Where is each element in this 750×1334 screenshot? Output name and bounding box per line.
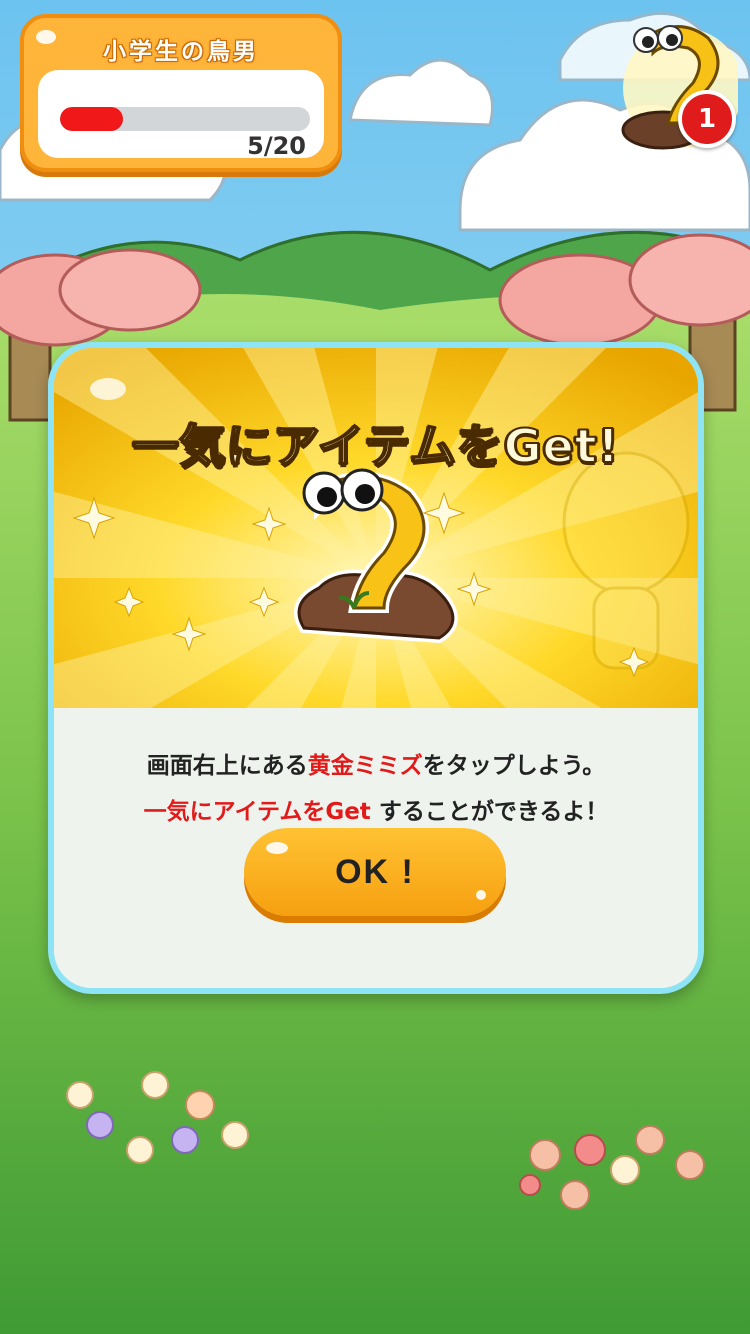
level-progress-panel: 5/20 — [38, 70, 324, 160]
progress-bar-fill — [60, 107, 123, 131]
golden-worm-text: 黄金ミミズ — [307, 753, 423, 779]
golden-worm-count-badge: 1 — [678, 90, 736, 148]
item-get-text: 一気にアイテムをGet — [143, 799, 371, 825]
progress-bar — [60, 107, 310, 131]
message-line-2: 一気にアイテムをGet することができるよ！ — [143, 799, 609, 825]
item-get-dialog: 一気にアイテムをGet! 画面右上にある黄金ミミズをタップしよう。 一気にアイテ… — [48, 342, 704, 994]
dialog-header-panel: 一気にアイテムをGet! — [54, 348, 698, 708]
dialog-body: 画面右上にある黄金ミミズをタップしよう。 一気にアイテムをGet することができ… — [54, 708, 698, 988]
ok-button[interactable]: OK ! — [244, 828, 506, 916]
ok-button-label: OK ! — [335, 852, 415, 891]
level-title: 小学生の鳥男 — [103, 39, 259, 65]
sunburst-background — [54, 348, 698, 708]
level-card: 小学生の鳥男 5/20 — [20, 14, 342, 172]
message-line-1: 画面右上にある黄金ミミズをタップしよう。 — [146, 753, 606, 779]
progress-count: 5/20 — [247, 132, 306, 160]
dialog-title: 一気にアイテムをGet! — [131, 418, 620, 474]
